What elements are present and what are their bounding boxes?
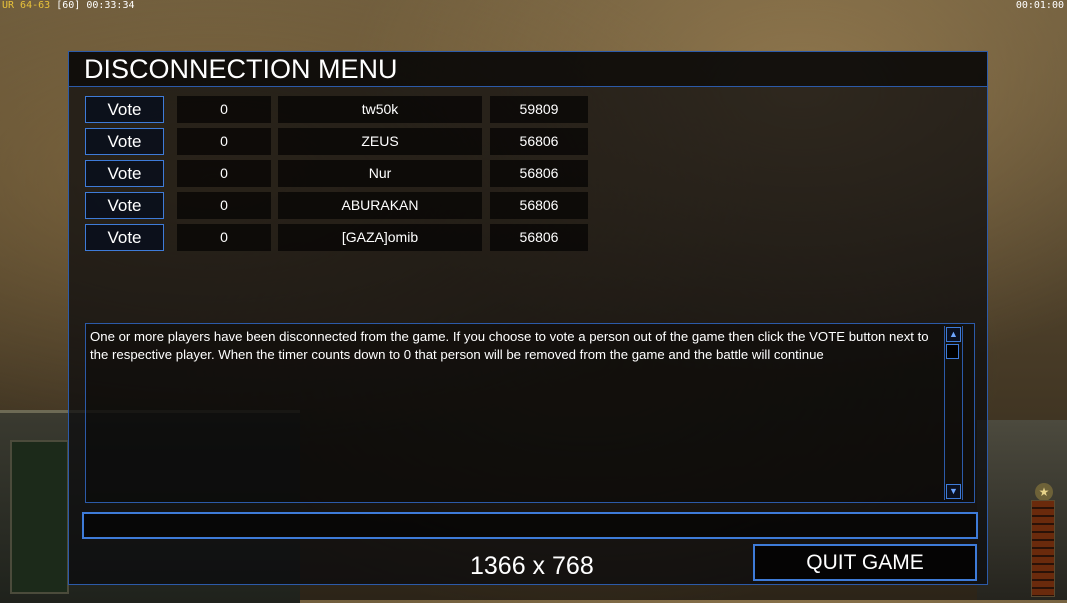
message-box: One or more players have been disconnect… [85, 323, 975, 503]
vote-count: 0 [177, 96, 271, 123]
game-hud-screen [10, 440, 69, 594]
player-name: ABURAKAN [278, 192, 482, 219]
scroll-thumb[interactable] [946, 344, 959, 359]
disconnection-dialog: DISCONNECTION MENU Vote 0 tw50k 59809 Vo… [68, 51, 988, 585]
rank-star-icon: ★ [1035, 483, 1053, 501]
player-ping: 56806 [490, 128, 588, 155]
player-ping: 59809 [490, 96, 588, 123]
down-arrow-icon[interactable]: ▼ [946, 484, 961, 499]
disconnect-message: One or more players have been disconnect… [90, 329, 929, 362]
dialog-header: DISCONNECTION MENU [69, 52, 987, 87]
vote-count: 0 [177, 224, 271, 251]
vote-count: 0 [177, 128, 271, 155]
player-name: ZEUS [278, 128, 482, 155]
player-ping: 56806 [490, 224, 588, 251]
resolution-label: 1366 x 768 [470, 552, 594, 580]
scrollbar[interactable]: ▲ ▼ [944, 326, 963, 500]
up-arrow-icon[interactable]: ▲ [946, 327, 961, 342]
vote-button[interactable]: Vote [85, 160, 164, 187]
player-name: [GAZA]omib [278, 224, 482, 251]
vote-count: 0 [177, 160, 271, 187]
player-ping: 56806 [490, 192, 588, 219]
version-label: UR 64-63 [2, 0, 51, 11]
fps-label: [60] [56, 0, 81, 11]
player-name: Nur [278, 160, 482, 187]
game-timer: 00:01:00 [1015, 0, 1064, 11]
vote-button[interactable]: Vote [85, 192, 164, 219]
player-ping: 56806 [490, 160, 588, 187]
dialog-title: DISCONNECTION MENU [84, 54, 398, 84]
vote-button[interactable]: Vote [85, 96, 164, 123]
elapsed-time: 00:33:34 [86, 0, 135, 11]
power-meter [1031, 500, 1055, 597]
quit-game-button[interactable]: QUIT GAME [753, 544, 977, 581]
player-name: tw50k [278, 96, 482, 123]
vote-button[interactable]: Vote [85, 224, 164, 251]
chat-input[interactable] [82, 512, 978, 539]
hud-top-left: UR 64-63 [60] 00:33:34 [2, 0, 135, 11]
vote-count: 0 [177, 192, 271, 219]
vote-button[interactable]: Vote [85, 128, 164, 155]
